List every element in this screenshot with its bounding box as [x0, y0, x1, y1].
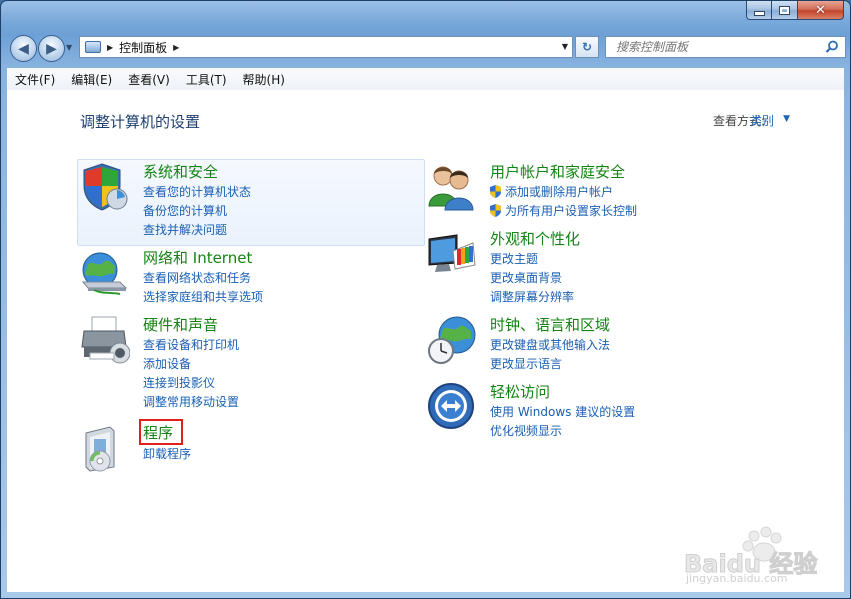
printer-icon [81, 316, 130, 364]
recent-pages-dropdown[interactable]: ▼ [66, 43, 72, 52]
shield-icon [83, 163, 128, 211]
watermark-url: jingyan.baidu.com [686, 572, 788, 585]
search-box[interactable] [605, 36, 846, 58]
programs-icon [85, 426, 115, 472]
category-title[interactable]: 时钟、语言和区域 [490, 315, 610, 335]
control-panel-icon [85, 41, 101, 53]
link-parental-controls[interactable]: 为所有用户设置家长控制 [490, 203, 637, 219]
link-label[interactable]: 为所有用户设置家长控制 [505, 204, 637, 218]
category-title[interactable]: 外观和个性化 [490, 229, 580, 249]
content-area: 调整计算机的设置 查看方式: 类别 ▼ 系统和安全 查看您的计算机状态 备份您的… [7, 90, 844, 592]
address-bar[interactable]: ▶ 控制面板 ▶ ▼ [79, 36, 573, 58]
category-title[interactable]: 网络和 Internet [143, 248, 252, 268]
users-icon [428, 166, 474, 211]
search-input[interactable] [614, 39, 823, 55]
breadcrumb-separator-icon[interactable]: ▶ [107, 43, 113, 52]
link-mobility-settings[interactable]: 调整常用移动设置 [143, 394, 239, 410]
link-troubleshoot[interactable]: 查找并解决问题 [143, 222, 227, 238]
maximize-icon [779, 5, 790, 15]
address-dropdown-icon[interactable]: ▼ [562, 42, 568, 51]
link-screen-resolution[interactable]: 调整屏幕分辨率 [490, 289, 574, 305]
globe-network-icon [81, 252, 128, 295]
link-uninstall-program[interactable]: 卸载程序 [143, 446, 191, 462]
highlight-box [139, 419, 183, 445]
ease-of-access-icon [428, 383, 474, 429]
maximize-button[interactable] [772, 1, 798, 20]
link-recommended-settings[interactable]: 使用 Windows 建议的设置 [490, 404, 635, 420]
link-view-computer-status[interactable]: 查看您的计算机状态 [143, 184, 251, 200]
menu-view[interactable]: 查看(V) [120, 71, 178, 88]
breadcrumb-separator-icon[interactable]: ▶ [173, 43, 179, 52]
link-keyboard-input[interactable]: 更改键盘或其他输入法 [490, 337, 610, 353]
minimize-icon [753, 10, 765, 16]
globe-clock-icon [428, 316, 476, 364]
menu-edit[interactable]: 编辑(E) [63, 71, 120, 88]
link-display-language[interactable]: 更改显示语言 [490, 356, 562, 372]
menu-file[interactable]: 文件(F) [7, 71, 63, 88]
back-arrow-icon: ◀ [18, 40, 29, 57]
close-button[interactable]: ✕ [798, 1, 844, 20]
menu-tools[interactable]: 工具(T) [178, 71, 235, 88]
view-by-caret-icon[interactable]: ▼ [783, 114, 790, 124]
uac-shield-icon [490, 204, 501, 217]
link-change-theme[interactable]: 更改主题 [490, 251, 538, 267]
breadcrumb-control-panel[interactable]: 控制面板 [119, 39, 167, 56]
navigation-bar: ◀ ▶ ▼ ▶ 控制面板 ▶ ▼ ↻ [7, 34, 846, 62]
link-optimize-display[interactable]: 优化视频显示 [490, 423, 562, 439]
refresh-button[interactable]: ↻ [575, 36, 599, 58]
category-title[interactable]: 硬件和声音 [143, 315, 218, 335]
category-title[interactable]: 轻松访问 [490, 382, 550, 402]
link-add-remove-accounts[interactable]: 添加或删除用户帐户 [490, 184, 613, 200]
category-title[interactable]: 用户帐户和家庭安全 [490, 162, 625, 182]
link-desktop-background[interactable]: 更改桌面背景 [490, 270, 562, 286]
forward-button[interactable]: ▶ [38, 35, 65, 62]
link-add-device[interactable]: 添加设备 [143, 356, 191, 372]
back-button[interactable]: ◀ [10, 35, 37, 62]
window-frame: ✕ ◀ ▶ ▼ ▶ 控制面板 ▶ ▼ ↻ 文件(F) 编辑(E) 查看(V) 工… [0, 0, 851, 599]
forward-arrow-icon: ▶ [46, 40, 57, 57]
monitor-palette-icon [428, 234, 476, 272]
link-label[interactable]: 添加或删除用户帐户 [505, 185, 613, 199]
link-homegroup-sharing[interactable]: 选择家庭组和共享选项 [143, 289, 263, 305]
close-icon: ✕ [815, 2, 826, 18]
watermark: Baidu 经验 jingyan.baidu.com [683, 522, 834, 588]
link-connect-projector[interactable]: 连接到投影仪 [143, 375, 215, 391]
menu-help[interactable]: 帮助(H) [235, 71, 293, 88]
category-title[interactable]: 系统和安全 [143, 162, 218, 182]
uac-shield-icon [490, 185, 501, 198]
refresh-icon: ↻ [581, 40, 593, 54]
menu-bar: 文件(F) 编辑(E) 查看(V) 工具(T) 帮助(H) [7, 68, 844, 91]
caption-buttons: ✕ [746, 1, 844, 20]
page-title: 调整计算机的设置 [80, 113, 201, 131]
minimize-button[interactable] [746, 1, 772, 20]
link-devices-printers[interactable]: 查看设备和打印机 [143, 337, 239, 353]
link-backup-computer[interactable]: 备份您的计算机 [143, 203, 227, 219]
link-network-status[interactable]: 查看网络状态和任务 [143, 270, 251, 286]
view-by-dropdown[interactable]: 类别 [750, 112, 774, 129]
search-icon[interactable] [825, 40, 839, 54]
